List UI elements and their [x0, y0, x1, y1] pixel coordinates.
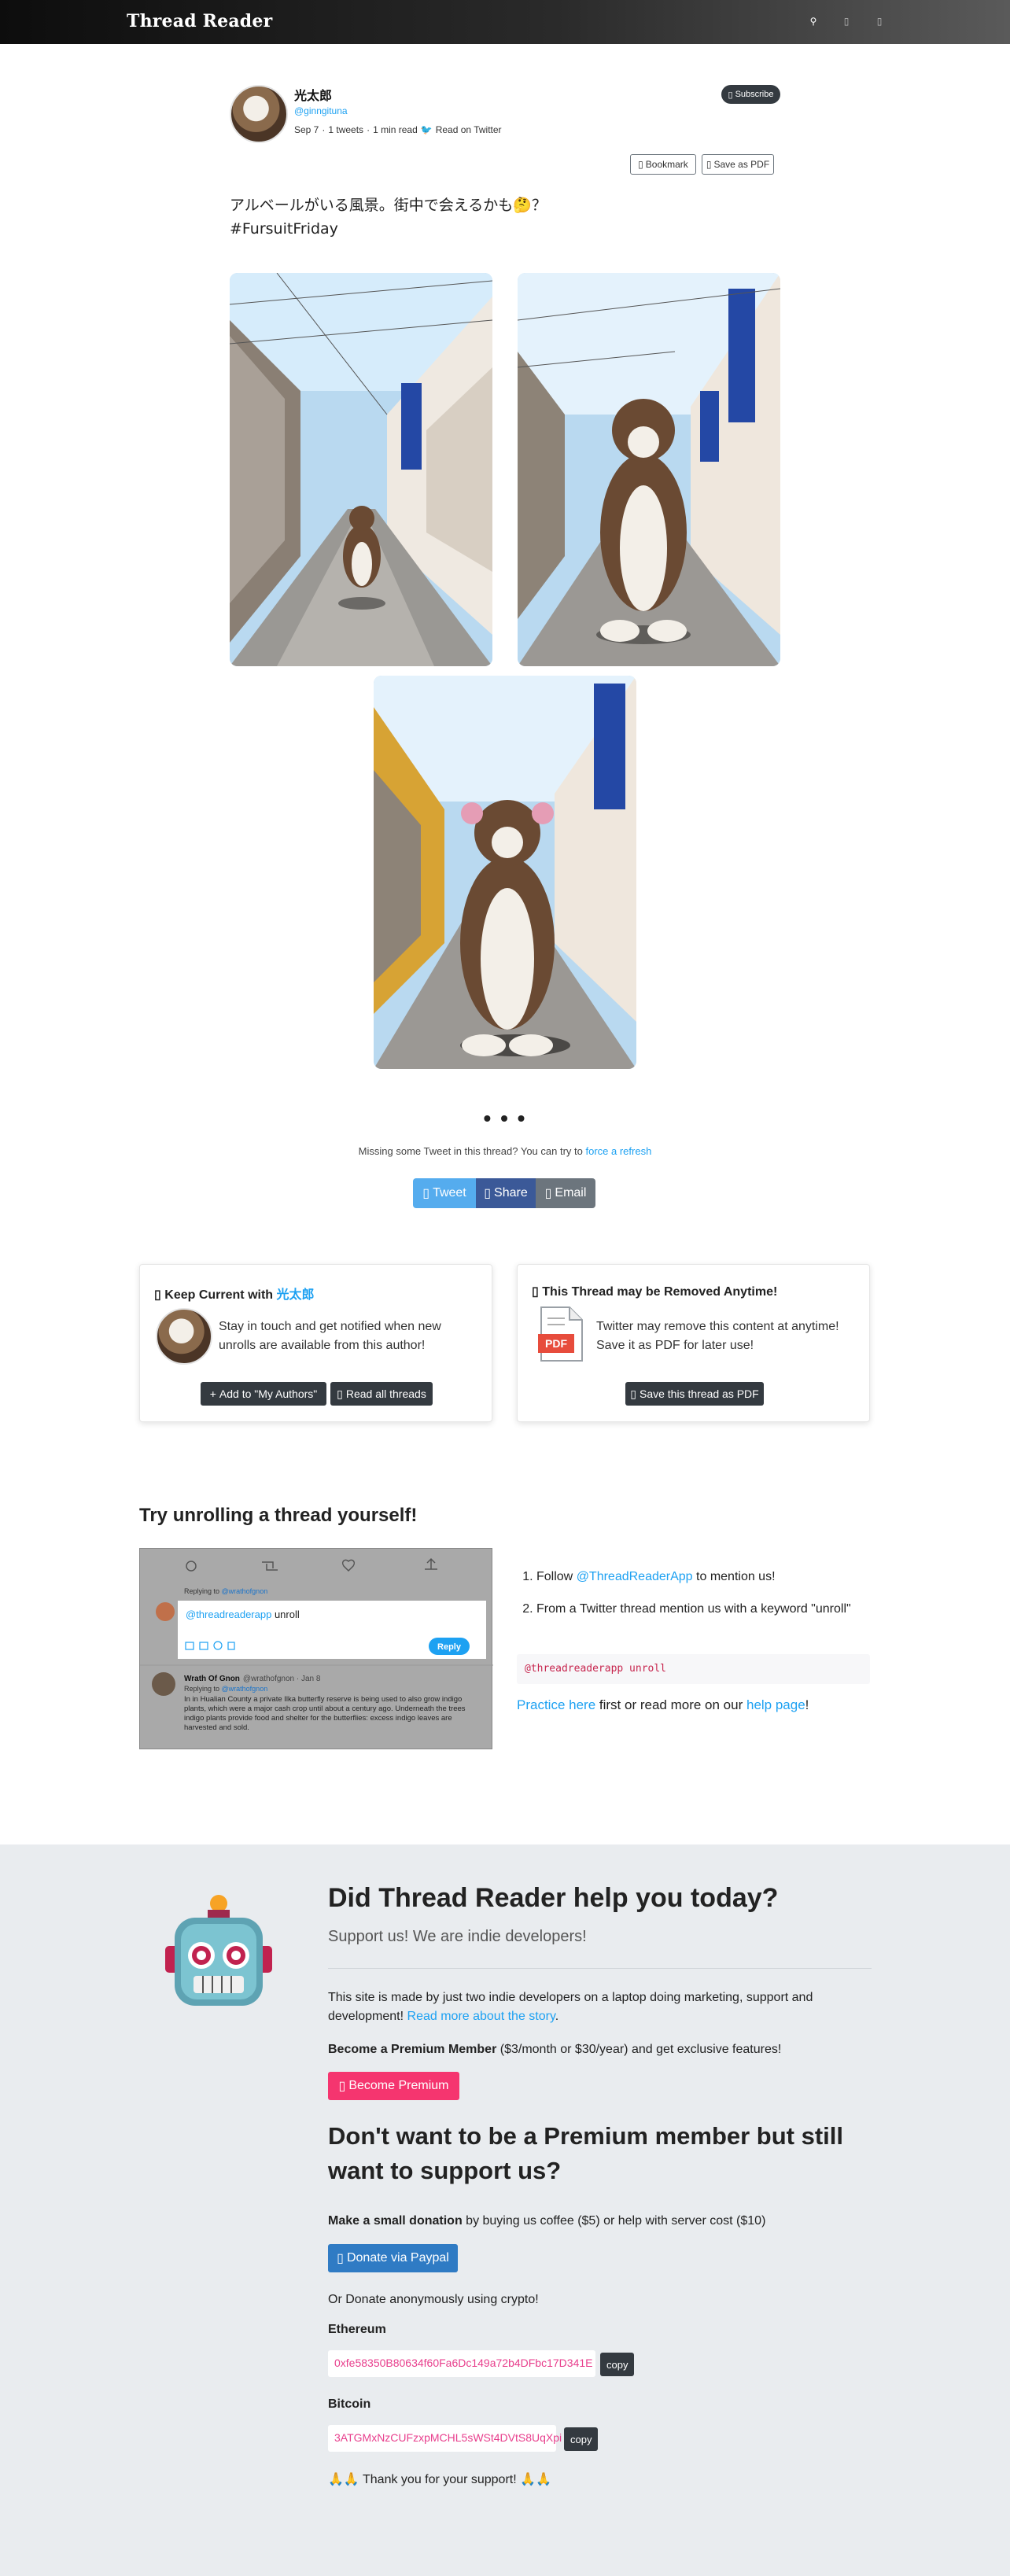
- author-avatar: [156, 1308, 212, 1365]
- nav-icons: ⚲ ▯ ▯: [809, 16, 884, 27]
- tweet-line: アルベールがいる風景。街中で会えるかも🤔？: [230, 197, 547, 214]
- subscribe-button[interactable]: ▯ Subscribe: [721, 85, 780, 104]
- threadreaderapp-link[interactable]: @ThreadReaderApp: [577, 1570, 693, 1583]
- read-time: 1 min read: [373, 124, 418, 135]
- tweet-photo[interactable]: [518, 273, 780, 666]
- share-button-group: ▯ Tweet ▯ Share ▯ Email: [413, 1178, 595, 1208]
- author-link[interactable]: 光太郎: [277, 1288, 315, 1302]
- read-all-threads-button[interactable]: ▯ Read all threads: [330, 1382, 433, 1406]
- email-share-button[interactable]: ▯ Email: [536, 1178, 595, 1208]
- removed-card-text: Twitter may remove this content at anyti…: [596, 1320, 839, 1352]
- share-button[interactable]: ▯ Share: [476, 1178, 536, 1208]
- star-icon: ▯: [338, 2080, 346, 2093]
- pdf-icon: ▯: [630, 1387, 636, 1400]
- donate-title: Don't want to be a Premium member but st…: [328, 2122, 844, 2184]
- ethereum-address[interactable]: 0xfe58350B80634f60Fa6Dc149a72b4DFbc17D34…: [328, 2350, 595, 2377]
- svg-text:Wrath Of Gnon@wrathofgnon · Ja: Wrath Of Gnon @wrathofgnon · Jan 8: [184, 1675, 321, 1683]
- bookmark-button[interactable]: ▯ Bookmark: [630, 154, 696, 175]
- user-plus-icon: ▯: [154, 1288, 161, 1302]
- svg-text:@threadreaderapp unroll: @threadreaderapp unroll: [186, 1609, 300, 1620]
- may-be-removed-card: ▯ This Thread may be Removed Anytime! PD…: [517, 1264, 870, 1422]
- bitcoin-address[interactable]: 3ATGMxNzCUFzxpMCHL5sWSt4DVtS8UqXpi: [328, 2425, 562, 2452]
- paypal-icon: ▯: [337, 2252, 344, 2265]
- support-section: [0, 1844, 1010, 2576]
- force-refresh-link[interactable]: force a refresh: [585, 1145, 651, 1157]
- ethereum-label: Ethereum: [328, 2323, 386, 2336]
- become-premium-button[interactable]: ▯ Become Premium: [328, 2072, 459, 2100]
- donation-text: Make a small donation by buying us coffe…: [328, 2214, 766, 2228]
- save-thread-pdf-button[interactable]: ▯ Save this thread as PDF: [625, 1382, 764, 1406]
- save-as-pdf-button[interactable]: ▯ Save as PDF: [702, 154, 774, 175]
- twitter-bird-icon: 🐦: [420, 124, 433, 135]
- crypto-intro: Or Donate anonymously using crypto!: [328, 2293, 539, 2306]
- twitter-icon: ▯: [422, 1187, 430, 1200]
- robot-icon: [164, 1892, 274, 2010]
- bitcoin-label: Bitcoin: [328, 2397, 371, 2411]
- missing-tweet-notice: Missing some Tweet in this thread? You c…: [358, 1145, 652, 1157]
- divider: [328, 1968, 872, 1969]
- menu-icon[interactable]: ▯: [875, 16, 884, 27]
- tweet-photo[interactable]: [230, 273, 492, 666]
- search-icon[interactable]: ⚲: [809, 16, 818, 27]
- tweet-share-button[interactable]: ▯ Tweet: [413, 1178, 476, 1208]
- envelope-icon: ▯: [544, 1187, 552, 1200]
- pdf-file-icon: PDF: [536, 1306, 587, 1362]
- card-title: ▯ Keep Current with 光太郎: [154, 1288, 315, 1302]
- practice-text: Practice here first or read more on our …: [517, 1697, 809, 1712]
- copy-bitcoin-button[interactable]: copy: [564, 2427, 599, 2451]
- pdf-badge-text: PDF: [545, 1337, 567, 1350]
- pdf-icon: ▯: [706, 159, 712, 170]
- bell-icon: ▯: [728, 90, 733, 100]
- thank-you-text: 🙏🙏 Thank you for your support! 🙏🙏: [328, 2473, 551, 2486]
- indie-story-text: This site is made by just two indie deve…: [328, 1991, 813, 2023]
- list-icon: ▯: [337, 1387, 343, 1400]
- svg-text:Replying to @wrathofgnon: Replying to @wrathofgnon: [184, 1685, 267, 1693]
- keep-current-card: ▯ Keep Current with 光太郎 Stay in touch an…: [139, 1264, 492, 1422]
- brand-logo[interactable]: Thread Reader: [127, 11, 272, 31]
- support-title: Did Thread Reader help you today?: [328, 1883, 779, 1913]
- thread-meta: Sep 7 · 1 tweets · 1 min read 🐦 Read on …: [294, 124, 502, 135]
- support-lead: Support us! We are indie developers!: [328, 1928, 587, 1945]
- premium-text: Become a Premium Member ($3/month or $30…: [328, 2043, 782, 2056]
- facebook-icon: ▯: [484, 1187, 492, 1200]
- read-more-story-link[interactable]: Read more about the story: [407, 2010, 555, 2023]
- practice-here-link[interactable]: Practice here: [517, 1697, 595, 1712]
- tweet-photo[interactable]: [374, 676, 636, 1069]
- author-handle[interactable]: @ginngituna: [294, 105, 348, 116]
- unroll-steps: Follow @ThreadReaderApp to mention us! F…: [536, 1568, 851, 1632]
- warning-icon: ▯: [532, 1285, 539, 1299]
- help-page-link[interactable]: help page: [746, 1697, 805, 1712]
- thread-date: Sep 7: [294, 124, 319, 135]
- author-name[interactable]: 光太郎: [294, 85, 332, 104]
- hashtag-link[interactable]: #FursuitFriday: [230, 217, 547, 241]
- svg-text:Replying to @wrathofgnon: Replying to @wrathofgnon: [184, 1587, 267, 1595]
- donate-paypal-button[interactable]: ▯ Donate via Paypal: [328, 2244, 458, 2272]
- tweet-text: アルベールがいる風景。街中で会えるかも🤔？ #FursuitFriday: [230, 193, 547, 241]
- card-title: ▯ This Thread may be Removed Anytime!: [532, 1285, 778, 1299]
- copy-ethereum-button[interactable]: copy: [600, 2353, 635, 2376]
- user-icon[interactable]: ▯: [842, 16, 851, 27]
- thread-ellipsis: • • •: [483, 1106, 527, 1130]
- add-to-my-authors-button[interactable]: + Add to "My Authors": [201, 1382, 326, 1406]
- svg-text:Reply: Reply: [437, 1642, 462, 1652]
- plus-icon: +: [209, 1388, 216, 1400]
- author-avatar[interactable]: [230, 85, 288, 143]
- keep-current-text: Stay in touch and get notified when new …: [219, 1320, 441, 1352]
- unroll-section-title: Try unrolling a thread yourself!: [139, 1505, 418, 1526]
- unroll-code-example: @threadreaderapp unroll: [517, 1654, 870, 1684]
- list-item: From a Twitter thread mention us with a …: [536, 1600, 851, 1618]
- top-navbar: Thread Reader ⚲ ▯ ▯: [0, 0, 1010, 44]
- tweet-count: 1 tweets: [328, 124, 364, 135]
- read-on-twitter-link[interactable]: Read on Twitter: [436, 124, 502, 135]
- list-item: Follow @ThreadReaderApp to mention us!: [536, 1568, 851, 1586]
- unroll-example-screenshot: Replying to @wrathofgnon @threadreaderap…: [139, 1548, 493, 1749]
- bookmark-icon: ▯: [638, 159, 643, 170]
